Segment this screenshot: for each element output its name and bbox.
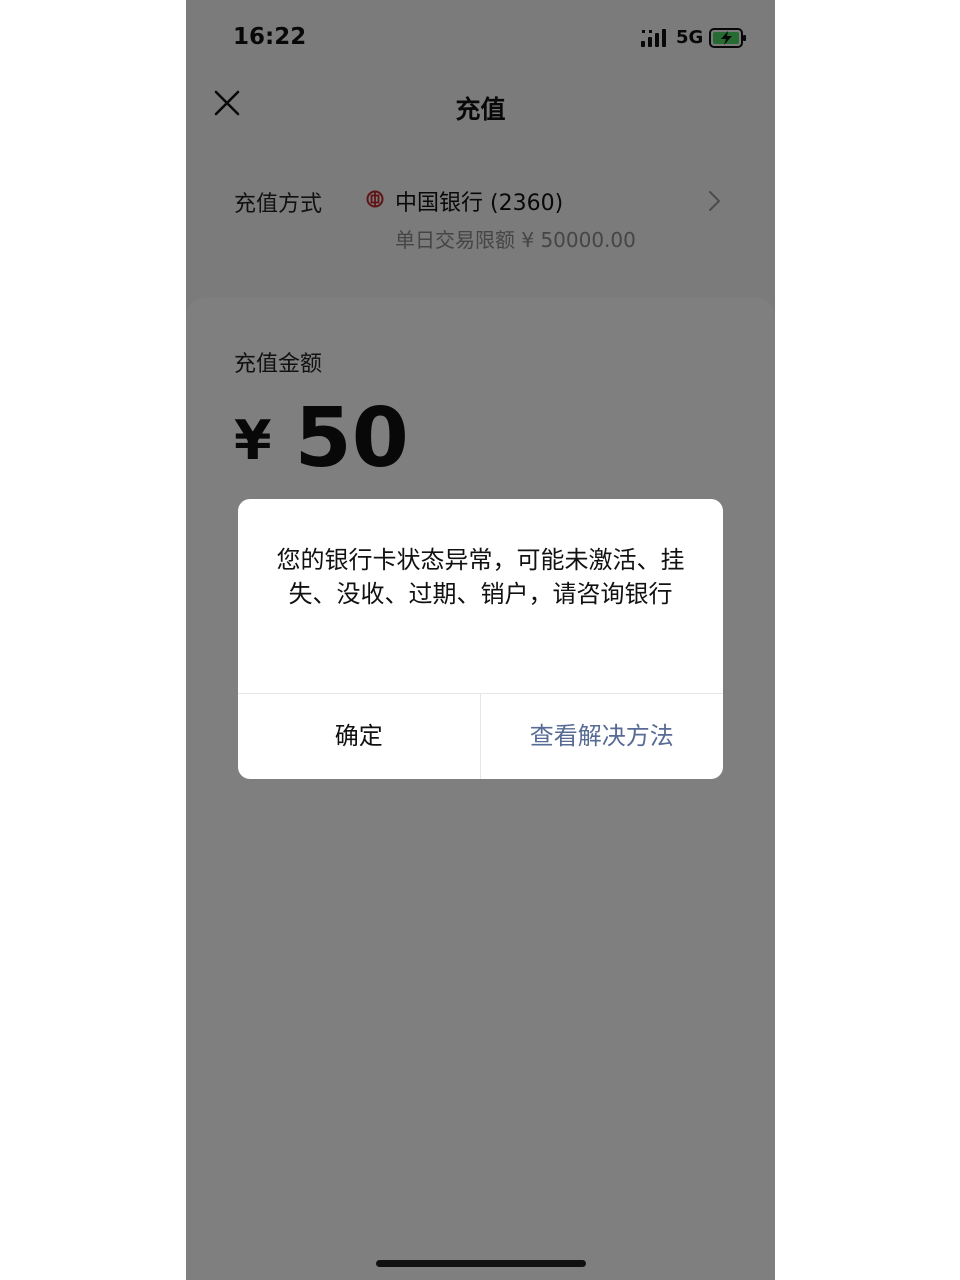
home-indicator[interactable]	[376, 1260, 586, 1267]
view-solution-button[interactable]: 查看解决方法	[481, 694, 724, 779]
dialog-message: 您的银行卡状态异常，可能未激活、挂失、没收、过期、销户，请咨询银行	[276, 546, 685, 608]
phone-screen: 16:22 5G 充值 充值方式 中国银行 (2360)	[186, 0, 775, 1280]
confirm-button[interactable]: 确定	[238, 694, 481, 779]
alert-dialog: 您的银行卡状态异常，可能未激活、挂失、没收、过期、销户，请咨询银行 确定 查看解…	[238, 499, 723, 779]
dialog-buttons: 确定 查看解决方法	[238, 693, 723, 779]
